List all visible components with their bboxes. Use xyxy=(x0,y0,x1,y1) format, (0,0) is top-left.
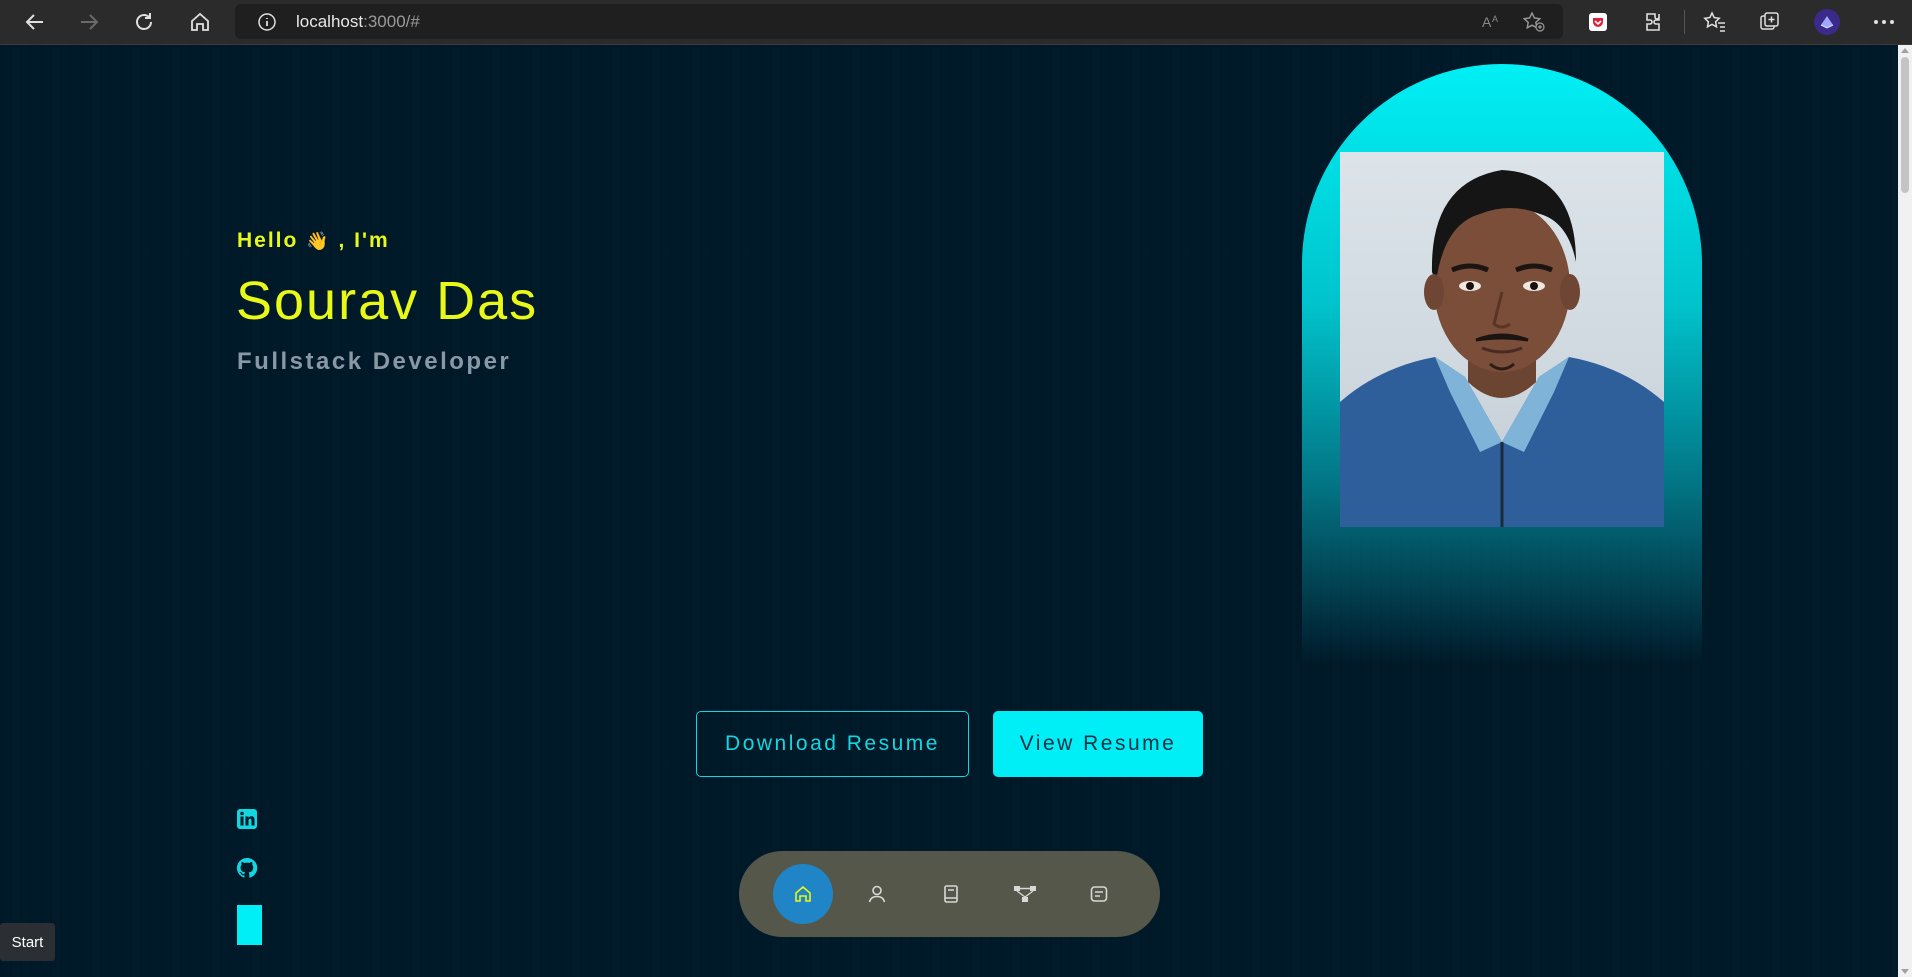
svg-text:A: A xyxy=(1492,14,1498,24)
user-icon xyxy=(868,885,886,903)
url-host: localhost xyxy=(296,12,364,31)
nav-home[interactable] xyxy=(773,864,833,924)
linkedin-link[interactable] xyxy=(236,808,258,834)
scroll-indicator-bar xyxy=(237,905,262,945)
page-scrollbar[interactable] xyxy=(1898,45,1912,977)
nav-contact[interactable] xyxy=(1069,864,1129,924)
portrait-illustration xyxy=(1340,170,1664,527)
profile-avatar[interactable] xyxy=(1813,8,1841,36)
message-icon xyxy=(1090,886,1108,902)
greeting: Hello 👋 , I'm xyxy=(237,229,390,253)
home-icon xyxy=(191,12,209,31)
home-button[interactable] xyxy=(186,8,214,36)
browser-toolbar: localhost:3000/# AA xyxy=(0,0,1912,45)
read-aloud-icon[interactable]: AA xyxy=(1481,12,1503,36)
home-icon xyxy=(795,885,811,902)
add-favorite-icon[interactable] xyxy=(1522,11,1545,36)
profile-photo xyxy=(1340,152,1664,527)
favorites-icon[interactable] xyxy=(1701,8,1729,36)
greeting-hello: Hello xyxy=(237,229,299,252)
collections-icon[interactable] xyxy=(1756,8,1784,36)
linkedin-icon xyxy=(237,809,257,829)
forward-button[interactable] xyxy=(75,8,103,36)
extension-pocket-icon[interactable] xyxy=(1584,8,1612,36)
waving-hand-emoji: 👋 xyxy=(306,231,331,251)
url-path: :3000/# xyxy=(363,12,420,31)
nav-experience[interactable] xyxy=(921,864,981,924)
back-arrow-icon xyxy=(25,14,43,30)
toolbar-divider xyxy=(1684,10,1685,34)
book-icon xyxy=(944,885,958,903)
hero-role: Fullstack Developer xyxy=(237,348,512,375)
nav-projects[interactable] xyxy=(995,864,1055,924)
forward-arrow-icon xyxy=(81,14,99,30)
url-text: localhost:3000/# xyxy=(296,12,420,32)
bottom-navbar xyxy=(739,851,1160,937)
scroll-down-arrow-icon[interactable] xyxy=(1901,969,1909,974)
refresh-button[interactable] xyxy=(130,8,158,36)
start-tooltip: Start xyxy=(0,923,55,961)
page-viewport: Hello 👋 , I'm Sourav Das Fullstack Devel… xyxy=(0,45,1898,977)
nav-about[interactable] xyxy=(847,864,907,924)
svg-text:A: A xyxy=(1482,14,1492,30)
greeting-im: , I'm xyxy=(338,229,390,252)
github-icon xyxy=(236,857,258,878)
view-resume-button[interactable]: View Resume xyxy=(993,711,1203,777)
more-options-icon[interactable] xyxy=(1870,8,1898,36)
address-bar[interactable]: localhost:3000/# AA xyxy=(235,4,1563,39)
back-button[interactable] xyxy=(21,8,49,36)
sitemap-icon xyxy=(1014,886,1036,902)
github-link[interactable] xyxy=(236,857,258,883)
extensions-icon[interactable] xyxy=(1640,8,1668,36)
hero-name: Sourav Das xyxy=(236,271,539,331)
scroll-up-arrow-icon[interactable] xyxy=(1901,48,1909,53)
scroll-thumb[interactable] xyxy=(1901,57,1909,193)
refresh-icon xyxy=(136,13,152,30)
site-info-icon[interactable] xyxy=(258,13,276,35)
download-resume-button[interactable]: Download Resume xyxy=(696,711,969,777)
